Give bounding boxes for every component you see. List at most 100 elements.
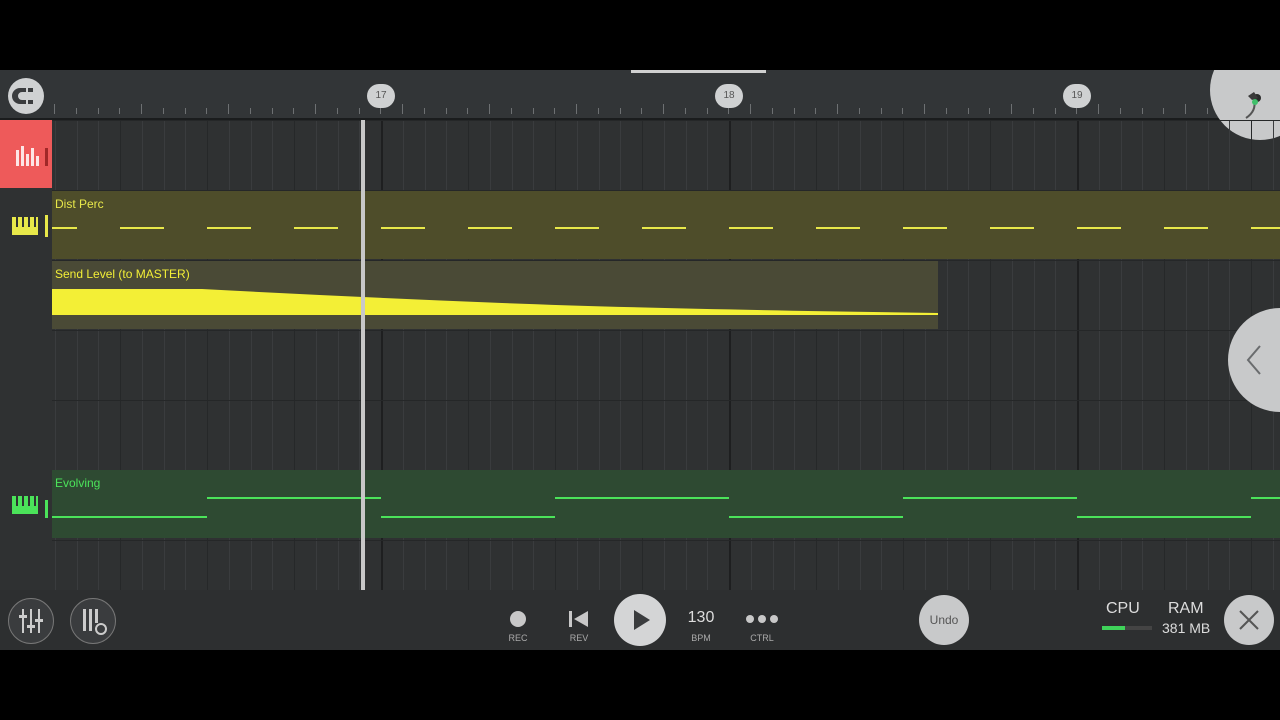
note xyxy=(52,227,77,229)
channel-settings-button[interactable] xyxy=(70,598,116,644)
note xyxy=(903,497,1077,499)
note xyxy=(1077,227,1121,229)
record-icon[interactable] xyxy=(509,610,527,628)
timeline-ruler[interactable]: 17 18 19 xyxy=(0,70,1280,120)
ruler-tick xyxy=(684,108,686,114)
close-button[interactable] xyxy=(1224,595,1274,645)
track-head-audio[interactable] xyxy=(0,120,52,188)
ruler-tick xyxy=(641,108,643,114)
rewind-icon[interactable] xyxy=(568,610,590,628)
note xyxy=(207,497,381,499)
snap-button[interactable] xyxy=(8,78,44,114)
ruler-tick xyxy=(771,108,773,114)
clip-evolving[interactable]: Evolving xyxy=(52,470,1280,538)
ruler-tick xyxy=(1032,108,1034,114)
ruler-tick xyxy=(445,108,447,114)
ruler-tick xyxy=(228,104,229,114)
ram-label: RAM xyxy=(1168,600,1204,617)
note xyxy=(555,497,729,499)
bar-marker-19[interactable]: 19 xyxy=(1063,84,1091,108)
cpu-label: CPU xyxy=(1106,600,1140,617)
ruler-tick xyxy=(815,108,817,114)
ruler-tick xyxy=(945,108,947,114)
cpu-meter-fill xyxy=(1102,626,1125,630)
ruler-tick xyxy=(837,104,838,114)
note xyxy=(1251,227,1280,229)
ruler-tick xyxy=(336,108,338,114)
undo-button[interactable]: Undo xyxy=(919,595,969,645)
more-options-icon[interactable] xyxy=(746,614,778,624)
ruler-tick xyxy=(489,104,490,114)
ruler-tick xyxy=(1163,108,1165,114)
ruler-tick xyxy=(97,108,99,114)
ruler-tick xyxy=(380,108,382,114)
note xyxy=(468,227,512,229)
ruler-tick xyxy=(858,108,860,114)
clip-send-level[interactable]: Send Level (to MASTER) xyxy=(52,261,938,329)
ruler-tick xyxy=(750,104,751,114)
clip-label-evolving: Evolving xyxy=(55,476,101,490)
ruler-tick xyxy=(728,108,730,114)
transport-bar: REC REV 130 BPM CTRL Undo CPU RAM 381 MB xyxy=(0,590,1280,650)
daw-window: 17 18 19 Dist Perc Send Level (to MASTER… xyxy=(0,70,1280,650)
ruler-tick xyxy=(423,108,425,114)
ruler-tick xyxy=(663,104,664,114)
ruler-tick xyxy=(293,108,295,114)
bar-marker-18[interactable]: 18 xyxy=(715,84,743,108)
note xyxy=(52,516,207,518)
mixer-icon xyxy=(19,609,43,633)
ruler-tick xyxy=(619,108,621,114)
bpm-label: BPM xyxy=(691,633,711,643)
note xyxy=(903,227,947,229)
channel-settings-icon xyxy=(83,609,107,635)
mixer-button[interactable] xyxy=(8,598,54,644)
note xyxy=(990,227,1034,229)
clip-dist-perc[interactable]: Dist Perc xyxy=(52,191,1280,259)
note xyxy=(381,516,555,518)
ruler-tick xyxy=(141,104,142,114)
piano-roll-icon xyxy=(12,496,48,518)
automation-curve xyxy=(52,289,938,315)
play-button[interactable] xyxy=(614,594,666,646)
track-head-evolving[interactable] xyxy=(0,470,52,538)
ruler-tick xyxy=(1119,108,1121,114)
cpu-meter xyxy=(1102,626,1152,630)
note xyxy=(207,227,251,229)
ram-value: 381 MB xyxy=(1162,620,1211,636)
ruler-tick xyxy=(902,108,904,114)
close-icon xyxy=(1239,610,1259,630)
note xyxy=(1077,516,1251,518)
ruler-tick xyxy=(1011,104,1012,114)
play-icon xyxy=(634,610,650,630)
note xyxy=(729,516,903,518)
ruler-tick xyxy=(467,108,469,114)
ruler-tick xyxy=(402,104,403,114)
bpm-value[interactable]: 130 xyxy=(681,609,721,627)
ruler-tick xyxy=(1185,104,1186,114)
ruler-tick xyxy=(989,108,991,114)
ruler-tick xyxy=(576,104,577,114)
playhead[interactable] xyxy=(361,120,365,590)
ruler-tick xyxy=(184,108,186,114)
note xyxy=(729,227,773,229)
grid-row-line xyxy=(52,400,1280,401)
ruler-tick xyxy=(554,108,556,114)
ruler-tick xyxy=(249,108,251,114)
note xyxy=(816,227,860,229)
ruler-tick xyxy=(119,108,121,114)
ruler-tick xyxy=(510,108,512,114)
ruler-tick xyxy=(206,108,208,114)
ruler-tick xyxy=(706,108,708,114)
ruler-tick xyxy=(793,108,795,114)
ruler-tick xyxy=(315,104,316,114)
ruler-tick xyxy=(1206,108,1208,114)
grid-row-line xyxy=(52,330,1280,331)
scroll-indicator[interactable] xyxy=(631,70,766,73)
track-head-dist-perc[interactable] xyxy=(0,191,52,259)
bar-marker-17[interactable]: 17 xyxy=(367,84,395,108)
rev-label: REV xyxy=(569,633,589,643)
ruler-tick xyxy=(162,108,164,114)
ctrl-label: CTRL xyxy=(750,633,774,643)
grid-row-line xyxy=(52,120,1280,121)
ruler-tick xyxy=(358,108,360,114)
